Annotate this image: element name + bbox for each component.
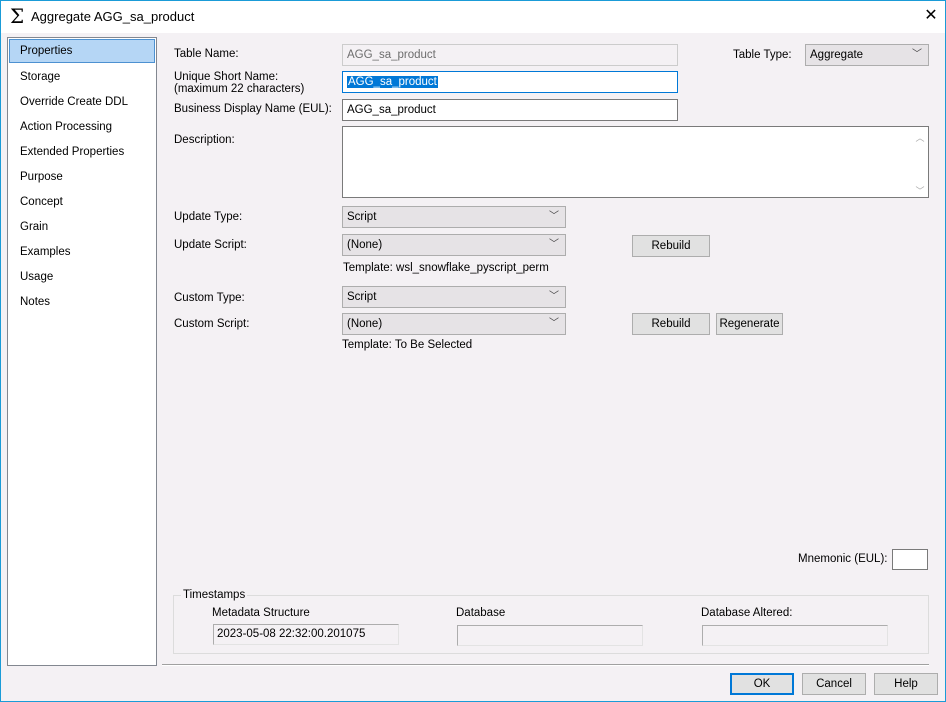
mnemonic-input[interactable] [892, 549, 928, 570]
update-script-select[interactable]: (None) ﹀ [342, 234, 566, 256]
description-scrollbar[interactable]: ︿ ﹀ [912, 127, 928, 197]
cancel-button[interactable]: Cancel [802, 673, 866, 695]
chevron-down-icon: ﹀ [912, 49, 922, 60]
custom-type-label: Custom Type: [174, 292, 245, 304]
sigma-icon: Σ [10, 4, 25, 28]
sidebar-item-properties[interactable]: Properties [9, 39, 155, 63]
database-field [457, 625, 643, 646]
update-template-text: Template: wsl_snowflake_pyscript_perm [343, 262, 549, 274]
update-rebuild-button[interactable]: Rebuild [632, 235, 710, 257]
selected-text: AGG_sa_product [347, 76, 438, 88]
database-altered-field [702, 625, 888, 646]
table-type-value: Aggregate [810, 49, 864, 61]
ok-button[interactable]: OK [730, 673, 794, 695]
update-script-label: Update Script: [174, 239, 247, 251]
window-title: Aggregate AGG_sa_product [31, 9, 195, 24]
footer-separator [162, 664, 929, 666]
regenerate-button[interactable]: Regenerate [716, 313, 783, 335]
table-type-select[interactable]: Aggregate ﹀ [805, 44, 929, 66]
update-type-label: Update Type: [174, 211, 243, 223]
sidebar-item-grain[interactable]: Grain [9, 215, 155, 239]
title-bar: Σ Aggregate AGG_sa_product ✕ [1, 1, 945, 33]
custom-type-select[interactable]: Script ﹀ [342, 286, 566, 308]
update-script-value: (None) [347, 239, 383, 251]
sidebar-item-notes[interactable]: Notes [9, 290, 155, 314]
timestamps-legend: Timestamps [181, 589, 248, 601]
update-type-select[interactable]: Script ﹀ [342, 206, 566, 228]
unique-label-line2: (maximum 22 characters) [174, 83, 305, 95]
unique-label-line1: Unique Short Name: [174, 71, 279, 83]
custom-script-select[interactable]: (None) ﹀ [342, 313, 566, 335]
table-name-input: AGG_sa_product [342, 44, 678, 66]
custom-rebuild-button[interactable]: Rebuild [632, 313, 710, 335]
sidebar-item-usage[interactable]: Usage [9, 265, 155, 289]
unique-short-name-label: Unique Short Name: (maximum 22 characters… [174, 71, 304, 95]
sidebar-item-purpose[interactable]: Purpose [9, 165, 155, 189]
custom-type-value: Script [347, 291, 377, 303]
sidebar-item-examples[interactable]: Examples [9, 240, 155, 264]
close-button[interactable]: ✕ [919, 5, 943, 27]
business-display-name-label: Business Display Name (EUL): [174, 103, 332, 115]
sidebar-item-concept[interactable]: Concept [9, 190, 155, 214]
chevron-down-icon: ﹀ [549, 291, 559, 302]
metadata-structure-label: Metadata Structure [212, 607, 310, 619]
sidebar-item-override-create-ddl[interactable]: Override Create DDL [9, 90, 155, 114]
unique-short-name-input[interactable]: AGG_sa_product [342, 71, 678, 93]
table-type-label: Table Type: [733, 49, 792, 61]
custom-script-value: (None) [347, 318, 383, 330]
chevron-down-icon: ﹀ [549, 239, 559, 250]
database-altered-label: Database Altered: [701, 607, 793, 619]
metadata-structure-field: 2023-05-08 22:32:00.201075 [213, 624, 399, 645]
table-name-label: Table Name: [174, 48, 239, 60]
sidebar-item-storage[interactable]: Storage [9, 65, 155, 89]
chevron-down-icon: ﹀ [549, 211, 559, 222]
description-label: Description: [174, 134, 235, 146]
custom-script-label: Custom Script: [174, 318, 250, 330]
sidebar: Properties Storage Override Create DDL A… [7, 37, 157, 666]
mnemonic-label: Mnemonic (EUL): [798, 553, 888, 565]
business-display-name-input[interactable]: AGG_sa_product [342, 99, 678, 121]
help-button[interactable]: Help [874, 673, 938, 695]
custom-template-text: Template: To Be Selected [342, 339, 473, 351]
sidebar-item-action-processing[interactable]: Action Processing [9, 115, 155, 139]
chevron-down-icon: ﹀ [549, 318, 559, 329]
update-type-value: Script [347, 211, 377, 223]
database-label: Database [456, 607, 506, 619]
description-textarea[interactable] [342, 126, 929, 198]
sidebar-item-extended-properties[interactable]: Extended Properties [9, 140, 155, 164]
